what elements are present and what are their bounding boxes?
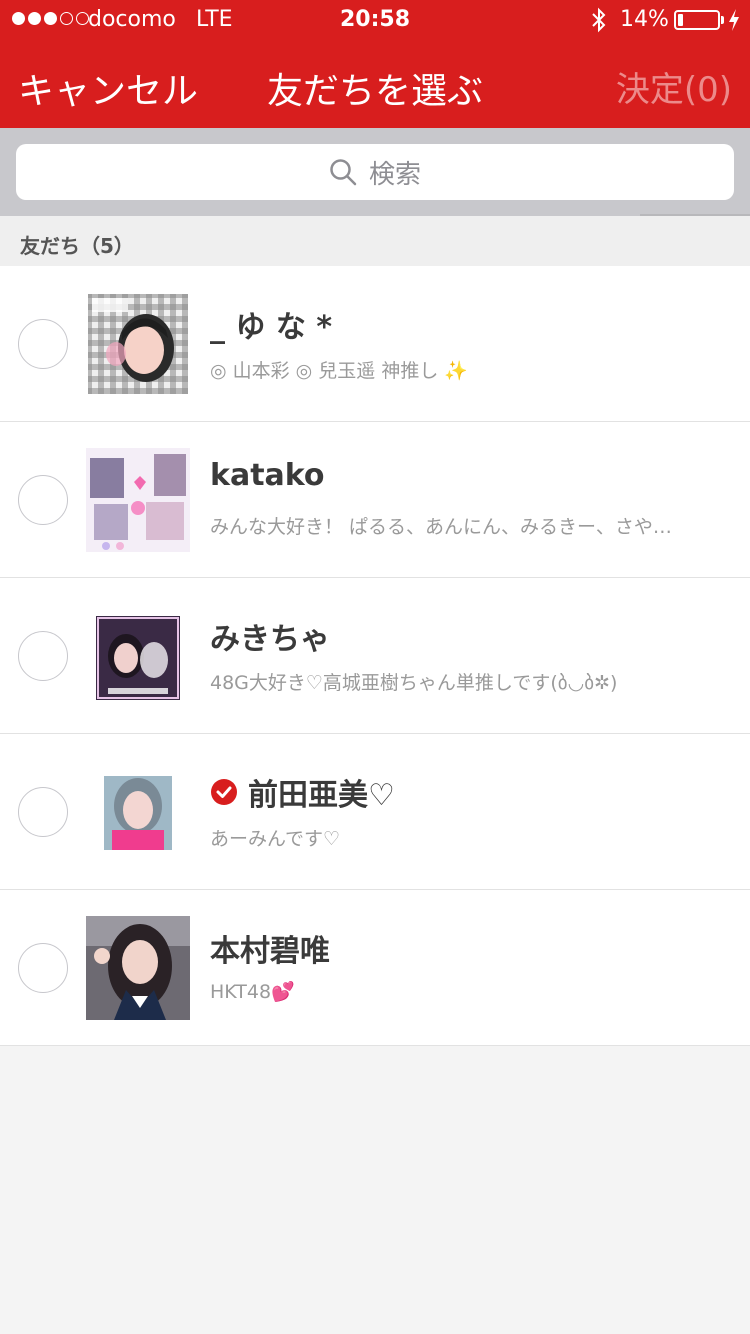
battery-icon [674, 10, 720, 30]
status-bar: docomo LTE 20:58 14% [0, 0, 750, 40]
avatar [86, 448, 190, 552]
friend-status: みんな大好き！ ぱるる、あんにん、みるきー、さや… [210, 516, 672, 538]
friend-name: 前田亜美♡ [248, 778, 395, 813]
section-label: 友だち（5） [20, 234, 134, 258]
select-radio[interactable] [18, 319, 68, 369]
select-radio[interactable] [18, 943, 68, 993]
friend-status: あーみんです♡ [210, 828, 341, 850]
friend-status: ◎ 山本彩 ◎ 兒玉遥 神推し ✨ [210, 360, 469, 382]
select-radio[interactable] [18, 631, 68, 681]
friend-name: _ ゆ な * [210, 310, 333, 345]
section-divider [640, 214, 750, 216]
battery-tip [721, 16, 724, 24]
avatar [86, 760, 190, 864]
friend-row[interactable]: みきちゃ 48G大好き♡高城亜樹ちゃん単推しです(ბ◡ბ✲) [0, 578, 750, 734]
search-icon [330, 159, 357, 186]
app-header: docomo LTE 20:58 14% キャンセル 友だちを選ぶ 決定(0) [0, 0, 750, 128]
verified-check-icon [211, 779, 237, 805]
friend-row[interactable]: _ ゆ な * ◎ 山本彩 ◎ 兒玉遥 神推し ✨ [0, 266, 750, 422]
friend-name: katako [210, 458, 325, 493]
avatar [86, 292, 190, 396]
search-input[interactable]: 検索 [16, 144, 734, 200]
avatar [86, 604, 190, 708]
battery-percentage: 14% [620, 7, 669, 32]
bluetooth-icon [592, 7, 606, 33]
friend-status: HKT48💕 [210, 981, 295, 1003]
confirm-button[interactable]: 決定(0) [616, 62, 732, 111]
search-placeholder: 検索 [368, 159, 421, 190]
section-header: 友だち（5） [0, 214, 750, 266]
friend-name: 本村碧唯 [210, 934, 330, 969]
friend-status: 48G大好き♡高城亜樹ちゃん単推しです(ბ◡ბ✲) [210, 672, 618, 694]
friend-row[interactable]: katako みんな大好き！ ぱるる、あんにん、みるきー、さや… [0, 422, 750, 578]
select-radio[interactable] [18, 787, 68, 837]
friend-row[interactable]: 前田亜美♡ あーみんです♡ [0, 734, 750, 890]
friend-row[interactable]: 本村碧唯 HKT48💕 [0, 890, 750, 1046]
avatar [86, 916, 190, 1020]
search-bar-container: 検索 [0, 128, 750, 214]
friend-list: _ ゆ な * ◎ 山本彩 ◎ 兒玉遥 神推し ✨ katako みんな大好き！… [0, 266, 750, 1046]
select-radio[interactable] [18, 475, 68, 525]
charging-bolt-icon [729, 9, 739, 31]
friend-name: みきちゃ [210, 622, 330, 657]
battery-level [678, 14, 683, 26]
